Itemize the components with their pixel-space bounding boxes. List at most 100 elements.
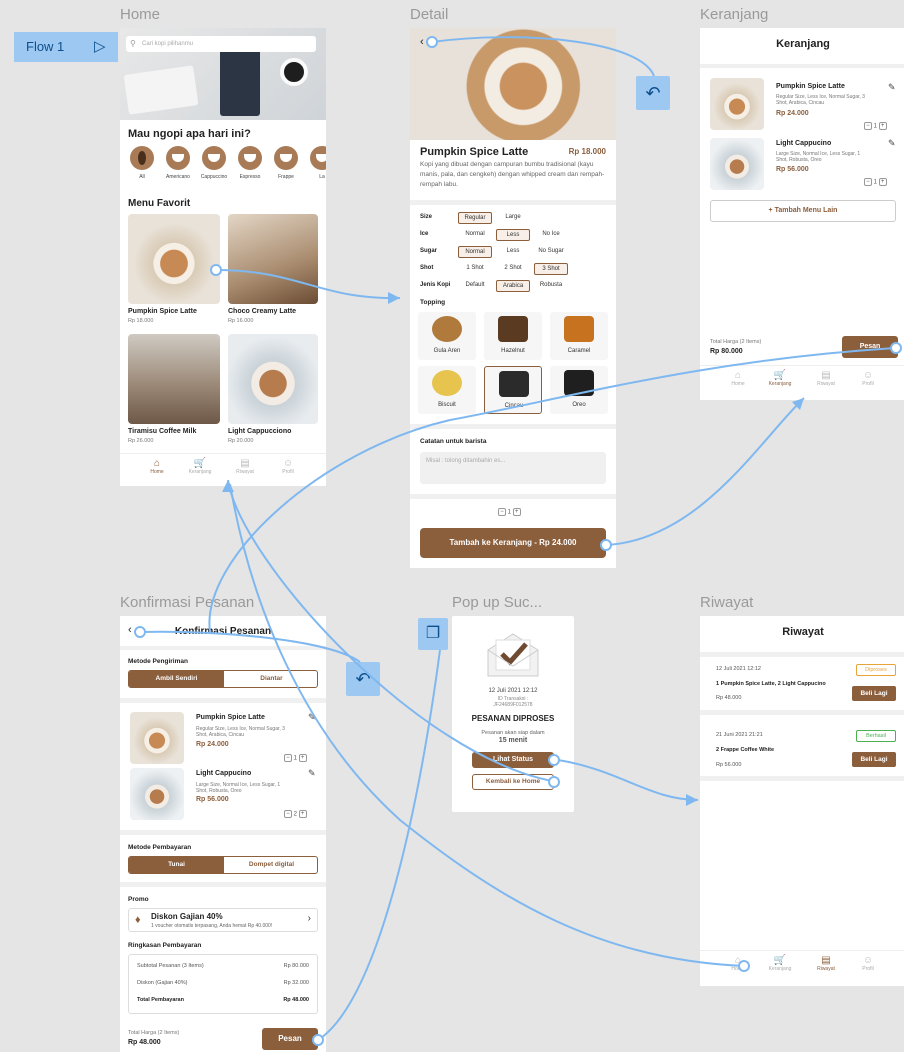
nav-home[interactable]: ⌂Home [720,370,756,387]
option-chip-selected[interactable]: Arabica [496,280,530,292]
plus-icon[interactable]: + [878,178,887,186]
connector-confirm-popup [317,649,441,1041]
product-image-pumpkin[interactable] [128,214,220,304]
minus-icon[interactable]: − [284,754,292,762]
nav-profile[interactable]: ☺ Profil [850,955,886,972]
option-chip[interactable]: No Ice [534,229,568,239]
plus-icon[interactable]: + [298,754,307,762]
nav-profile[interactable]: ☺ Profil [270,458,306,475]
add-to-cart-button[interactable]: Tambah ke Keranjang - Rp 24.000 [420,528,606,558]
back-action-icon[interactable]: ↶ [346,662,380,696]
topping-heading: Topping [420,299,446,306]
quantity-stepper[interactable]: − 1 + [864,178,887,186]
topping-card-selected[interactable]: Cincau [484,366,542,414]
hotspot-node[interactable] [426,36,438,48]
plus-icon[interactable]: + [512,508,521,516]
category-icon[interactable] [310,146,326,170]
nav-cart[interactable]: 🛒 Keranjang [762,955,798,972]
hotspot-node[interactable] [134,626,146,638]
option-chip[interactable]: Robusta [534,280,568,290]
buy-again-button[interactable]: Beli Lagi [852,752,896,767]
option-chip[interactable]: No Sugar [534,246,568,256]
product-name[interactable]: Pumpkin Spice Latte [128,308,197,315]
cart-item-image [710,78,764,130]
minus-icon[interactable]: − [284,810,292,818]
category-icon[interactable] [202,146,226,170]
category-icon[interactable] [238,146,262,170]
pencil-icon[interactable]: ✎ [308,712,316,723]
option-chip-selected[interactable]: Regular [458,212,492,224]
hotspot-node[interactable] [600,539,612,551]
option-label: Size [420,214,433,220]
nav-history[interactable]: ▤ Riwayat [227,458,263,475]
plus-icon[interactable]: + [878,122,887,130]
quantity-stepper[interactable]: − 1 + [864,122,887,130]
flow-starting-point[interactable]: Flow 1 ▷ [14,32,118,62]
order-button[interactable]: Pesan [262,1028,318,1050]
quantity-stepper[interactable]: − 2 + [284,810,307,818]
nav-history[interactable]: ▤ Riwayat [808,955,844,972]
hotspot-node[interactable] [890,342,902,354]
minus-icon[interactable]: − [864,122,872,130]
topping-card[interactable]: Oreo [550,366,608,414]
add-more-button[interactable]: + Tambah Menu Lain [710,200,896,222]
option-chip[interactable]: Less [496,246,530,256]
hotspot-node[interactable] [548,754,560,766]
product-name[interactable]: Choco Creamy Latte [228,308,296,315]
pencil-icon[interactable]: ✎ [308,768,316,779]
option-chip-selected[interactable]: 3 Shot [534,263,568,275]
option-chip[interactable]: Default [458,280,492,290]
nav-cart[interactable]: 🛒 Keranjang [762,370,798,387]
nav-profile[interactable]: ☺ Profil [850,370,886,387]
hotspot-node[interactable] [548,776,560,788]
option-chip[interactable]: Large [496,212,530,222]
view-status-button[interactable]: Lihat Status [472,752,554,768]
nav-label: Keranjang [768,966,792,972]
product-name[interactable]: Light Cappucciono [228,428,291,435]
buy-again-button[interactable]: Beli Lagi [852,686,896,701]
quantity-stepper[interactable]: − 1 + [498,508,521,516]
divider [410,424,616,429]
pencil-icon[interactable]: ✎ [888,82,896,93]
search-input[interactable]: ⚲ Cari kopi pilihanmu [126,36,316,52]
product-name[interactable]: Tiramisu Coffee Milk [128,428,196,435]
clipboard-icon: ▤ [821,955,831,966]
hotspot-node[interactable] [738,960,750,972]
category-icon[interactable] [274,146,298,170]
product-image-tiramisu[interactable] [128,334,220,424]
back-home-button[interactable]: Kembali ke Home [472,774,554,790]
overlay-action-icon[interactable]: ❐ [418,618,448,650]
nav-history[interactable]: ▤ Riwayat [808,370,844,387]
delivery-option-selected[interactable]: Ambil Sendiri [129,671,224,687]
back-action-icon[interactable]: ↶ [636,76,670,110]
topping-card[interactable]: Hazelnut [484,312,542,360]
nav-cart[interactable]: 🛒 Keranjang [182,458,218,475]
note-input[interactable]: Misal : tolong ditambahin es... [420,452,606,484]
category-icon[interactable] [166,146,190,170]
delivery-option[interactable]: Diantar [224,671,317,687]
product-image-light-cappuccino[interactable] [228,334,318,424]
back-arrow-icon[interactable]: ‹ [420,36,424,48]
plus-icon[interactable]: + [298,810,307,818]
option-chip[interactable]: 2 Shot [496,263,530,273]
option-chip-selected[interactable]: Less [496,229,530,241]
quantity-stepper[interactable]: − 1 + [284,754,307,762]
profile-icon: ☺ [862,955,874,966]
topping-card[interactable]: Gula Aren [418,312,476,360]
payment-option[interactable]: Dompet digital [224,857,317,873]
topping-card[interactable]: Caramel [550,312,608,360]
payment-option-selected[interactable]: Tunai [129,857,224,873]
hotspot-node[interactable] [312,1034,324,1046]
minus-icon[interactable]: − [864,178,872,186]
option-chip-selected[interactable]: Normal [458,246,492,258]
promo-card[interactable]: ♦ Diskon Gajian 40% 1 voucher otomatis t… [128,908,318,932]
option-chip[interactable]: Normal [458,229,492,239]
hotspot-node[interactable] [210,264,222,276]
topping-card[interactable]: Biscuit [418,366,476,414]
product-image-choco[interactable] [228,214,318,304]
pencil-icon[interactable]: ✎ [888,138,896,149]
category-icon[interactable] [130,146,154,170]
nav-home[interactable]: ⌂Home [139,458,175,475]
minus-icon[interactable]: − [498,508,506,516]
option-chip[interactable]: 1 Shot [458,263,492,273]
